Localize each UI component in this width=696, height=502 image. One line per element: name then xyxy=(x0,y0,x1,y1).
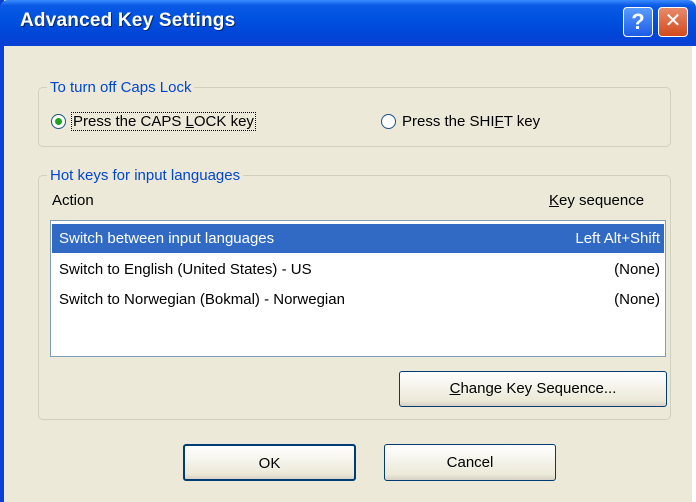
list-item[interactable]: Switch between input languages Left Alt+… xyxy=(52,224,664,253)
shift-key-radio[interactable]: Press the SHIFT key xyxy=(381,113,540,130)
caps-lock-legend: To turn off Caps Lock xyxy=(50,79,192,96)
list-item-action: Switch to English (United States) - US xyxy=(59,261,312,278)
cancel-button[interactable]: Cancel xyxy=(384,444,556,481)
radio-checked-icon[interactable] xyxy=(51,114,66,129)
shift-key-label: Press the SHIFT key xyxy=(402,113,541,130)
ok-button[interactable]: OK xyxy=(183,444,356,481)
key-sequence-column-header: Key sequence xyxy=(549,192,645,209)
list-item-key: (None) xyxy=(614,291,660,308)
change-key-sequence-button[interactable]: Change Key Sequence... xyxy=(399,371,667,407)
radio-unchecked-icon[interactable] xyxy=(381,114,396,129)
list-item-action: Switch to Norwegian (Bokmal) - Norwegian xyxy=(59,291,345,308)
list-item-action: Switch between input languages xyxy=(59,230,275,247)
help-icon[interactable]: ? xyxy=(623,7,653,37)
hot-keys-list[interactable]: Switch between input languages Left Alt+… xyxy=(50,220,666,357)
action-column-header: Action xyxy=(52,192,94,209)
list-item[interactable]: Switch to English (United States) - US (… xyxy=(52,255,664,284)
list-item[interactable]: Switch to Norwegian (Bokmal) - Norwegian… xyxy=(52,285,664,314)
hot-keys-legend: Hot keys for input languages xyxy=(50,167,241,184)
window-title: Advanced Key Settings xyxy=(20,10,236,31)
caps-lock-key-label: Press the CAPS LOCK key xyxy=(71,112,256,131)
list-item-key: (None) xyxy=(614,261,660,278)
list-item-key: Left Alt+Shift xyxy=(575,230,660,247)
title-bar[interactable]: Advanced Key Settings ? ✕ xyxy=(0,0,696,46)
close-icon[interactable]: ✕ xyxy=(658,7,688,37)
caps-lock-key-radio[interactable]: Press the CAPS LOCK key xyxy=(51,112,256,131)
